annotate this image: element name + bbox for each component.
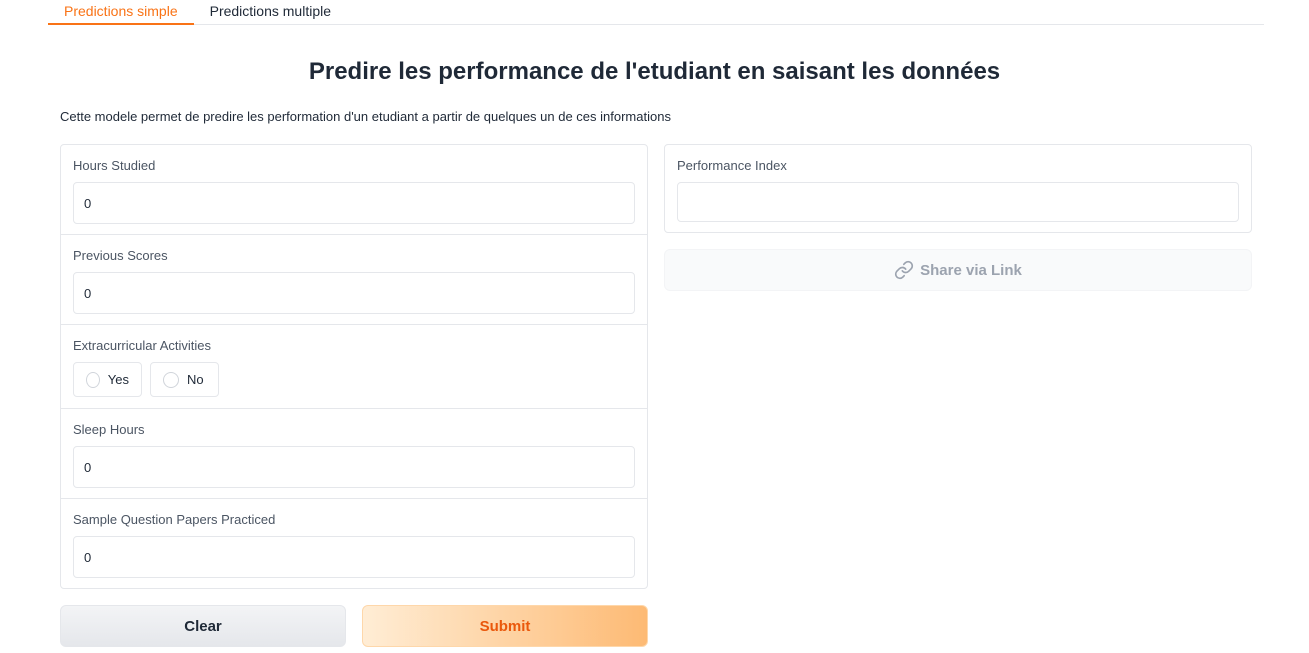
extracurricular-label: Extracurricular Activities: [73, 338, 211, 353]
clear-button[interactable]: Clear: [60, 605, 346, 647]
tab-predictions-simple[interactable]: Predictions simple: [48, 0, 194, 25]
radio-yes-label: Yes: [107, 372, 129, 387]
sample-papers-block: Sample Question Papers Practiced: [61, 499, 647, 588]
performance-index-label: Performance Index: [677, 158, 787, 173]
radio-yes[interactable]: Yes: [73, 362, 142, 397]
radio-no-label: No: [187, 372, 204, 387]
radio-circle-icon: [86, 371, 100, 388]
input-form: Hours Studied Previous Scores Extracurri…: [60, 144, 648, 589]
radio-no[interactable]: No: [150, 362, 219, 397]
previous-scores-input[interactable]: [73, 272, 635, 314]
sleep-hours-block: Sleep Hours: [61, 409, 647, 499]
hours-studied-input[interactable]: [73, 182, 635, 224]
sample-papers-input[interactable]: [73, 536, 635, 578]
sleep-hours-label: Sleep Hours: [73, 422, 145, 437]
page-title: Predire les performance de l'etudiant en…: [308, 58, 1001, 85]
hours-studied-block: Hours Studied: [61, 145, 647, 235]
sample-papers-label: Sample Question Papers Practiced: [73, 512, 276, 527]
sleep-hours-input[interactable]: [73, 446, 635, 488]
radio-circle-icon: [163, 371, 179, 388]
link-icon: [895, 260, 914, 280]
hours-studied-label: Hours Studied: [73, 158, 156, 173]
previous-scores-block: Previous Scores: [61, 235, 647, 325]
tab-predictions-multiple[interactable]: Predictions multiple: [194, 0, 347, 25]
submit-button[interactable]: Submit: [362, 605, 648, 647]
previous-scores-label: Previous Scores: [73, 248, 168, 263]
share-button-label: Share via Link: [920, 261, 1022, 279]
tab-bar: Predictions simple Predictions multiple: [48, 0, 1264, 25]
share-button[interactable]: Share via Link: [664, 249, 1252, 291]
extracurricular-block: Extracurricular Activities Yes No: [61, 325, 647, 409]
output-box: Performance Index: [664, 144, 1252, 233]
page-description: Cette modele permet de predire les perfo…: [60, 109, 671, 124]
performance-index-output: [677, 182, 1239, 222]
